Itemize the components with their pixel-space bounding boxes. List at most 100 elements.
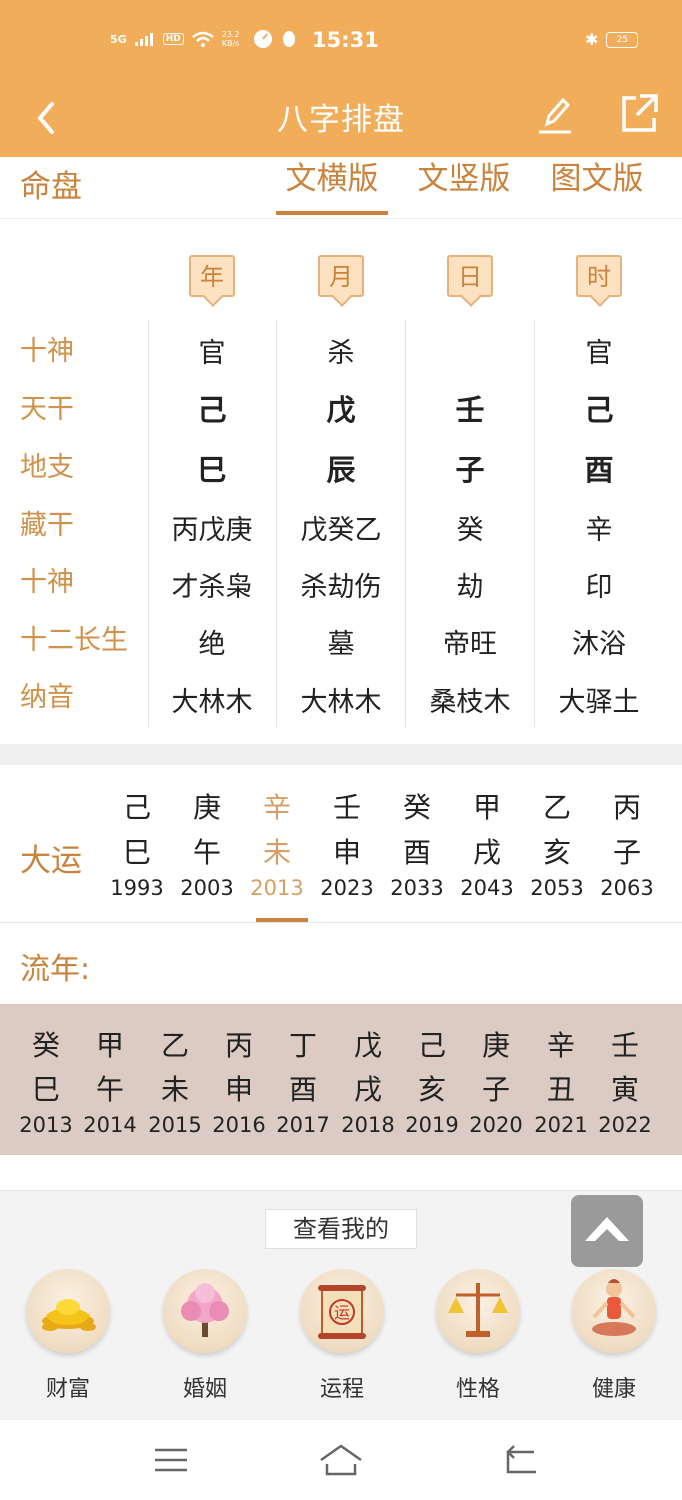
liunian-zhi: 午	[95, 1073, 124, 1106]
dayun-gan: 癸	[402, 791, 431, 824]
liunian-item[interactable]: 壬寅 2022	[593, 1024, 657, 1138]
month-changsheng: 墓	[327, 629, 355, 660]
month-dizhi: 辰	[326, 453, 356, 487]
liunian-year: 2021	[534, 1113, 588, 1137]
liunian-year: 2017	[276, 1113, 330, 1137]
dayun-year: 2043	[460, 876, 514, 900]
status-time: 15:31	[312, 28, 379, 52]
row-label-shishen-2: 十神	[20, 567, 74, 598]
hour-shishen: 官	[585, 338, 613, 369]
yoga-person-icon	[572, 1269, 656, 1353]
back-nav-icon[interactable]	[500, 1442, 540, 1478]
dayun-gan: 乙	[542, 791, 571, 824]
liunian-item[interactable]: 己亥 2019	[400, 1024, 464, 1138]
row-label-nayin: 纳音	[20, 682, 74, 713]
row-label-dizhi: 地支	[20, 452, 74, 483]
tab-vertical-text[interactable]: 文竖版	[408, 157, 520, 215]
liunian-year: 2014	[83, 1113, 137, 1137]
liunian-zhi: 申	[224, 1073, 253, 1106]
month-tiangan: 戊	[326, 393, 356, 427]
status-left-icons: 5G HD 23.2 KB/s	[110, 30, 298, 48]
month-canggan: 戊癸乙	[300, 515, 382, 546]
mingpan-label: 命盘	[20, 169, 82, 205]
month-shishen: 杀	[327, 338, 355, 369]
menu-icon[interactable]	[151, 1442, 191, 1478]
feature-personality[interactable]: 性格	[428, 1269, 528, 1403]
tab-horizontal-text[interactable]: 文横版	[276, 157, 388, 215]
chevron-up-icon	[585, 1217, 629, 1241]
dayun-section: 大运 己巳 1993 庚午 2003 辛未 2013 壬申 2023 癸酉 2033 甲戌…	[0, 765, 682, 923]
liunian-item[interactable]: 辛丑 2021	[529, 1024, 593, 1138]
liunian-gan: 壬	[610, 1029, 639, 1062]
dayun-gan: 甲	[472, 791, 501, 824]
month-shishen-2: 杀劫伤	[300, 572, 382, 603]
dayun-zhi: 子	[612, 836, 641, 869]
dayun-item-selected[interactable]: 辛未 2013	[242, 785, 312, 922]
feature-fortune[interactable]: 运 运程	[292, 1269, 392, 1403]
liunian-item[interactable]: 乙未 2015	[143, 1024, 207, 1138]
dayun-item[interactable]: 庚午 2003	[172, 785, 242, 901]
liunian-gan: 戊	[353, 1029, 382, 1062]
year-tiangan: 己	[197, 393, 227, 427]
page-title: 八字排盘	[277, 102, 405, 138]
hour-changsheng: 沐浴	[572, 629, 626, 660]
row-label-shishen: 十神	[20, 336, 74, 367]
liunian-item[interactable]: 庚子 2020	[464, 1024, 528, 1138]
liunian-year: 2016	[212, 1113, 266, 1137]
dayun-year: 2023	[320, 876, 374, 900]
dayun-item[interactable]: 乙亥 2053	[522, 785, 592, 901]
year-pillar-header: 年	[189, 255, 235, 297]
status-right-icons: ✱ 25	[585, 30, 639, 49]
feature-wealth[interactable]: 财富	[18, 1269, 118, 1403]
four-pillars-chart: 年 月 日 时 十神 天干 地支 藏干 十神 十二长生 纳音 官 己 巳 丙戊庚…	[0, 219, 682, 744]
day-changsheng: 帝旺	[443, 629, 497, 660]
liunian-zhi: 戌	[353, 1073, 382, 1106]
edit-pencil-icon[interactable]	[535, 90, 575, 136]
dayun-item[interactable]: 丙子 2063	[592, 785, 662, 901]
dayun-item[interactable]: 壬申 2023	[312, 785, 382, 901]
blossom-tree-icon	[163, 1269, 247, 1353]
home-icon[interactable]	[317, 1442, 365, 1478]
balance-scale-icon	[436, 1269, 520, 1353]
year-changsheng: 绝	[198, 629, 226, 660]
dayun-zhi: 亥	[542, 836, 571, 869]
feature-label: 健康	[591, 1377, 636, 1402]
dayun-item[interactable]: 甲戌 2043	[452, 785, 522, 901]
feature-label: 运程	[319, 1377, 364, 1402]
dayun-zhi: 申	[332, 836, 361, 869]
liunian-year: 2020	[469, 1113, 523, 1137]
feature-label: 性格	[455, 1377, 500, 1402]
day-shishen-2: 劫	[456, 572, 484, 603]
dayun-zhi: 戌	[472, 836, 501, 869]
feature-marriage[interactable]: 婚姻	[155, 1269, 255, 1403]
tab-graphic-text[interactable]: 图文版	[541, 157, 653, 215]
wifi-icon	[191, 31, 214, 47]
liunian-item[interactable]: 甲午 2014	[78, 1024, 142, 1138]
dayun-year: 2003	[180, 876, 234, 900]
status-bar: 5G HD 23.2 KB/s 15:31 ✱ 25	[0, 0, 682, 80]
liunian-item[interactable]: 癸巳 2013	[14, 1024, 78, 1138]
liunian-item[interactable]: 丁酉 2017	[271, 1024, 335, 1138]
day-dizhi: 子	[455, 453, 485, 487]
dayun-item[interactable]: 己巳 1993	[102, 785, 172, 901]
year-canggan: 丙戊庚	[171, 515, 253, 546]
gold-ingot-icon	[26, 1269, 110, 1353]
liunian-item[interactable]: 戊戌 2018	[336, 1024, 400, 1138]
dayun-year: 1993	[110, 876, 164, 900]
feature-health[interactable]: 健康	[564, 1269, 664, 1403]
network-indicator: 5G	[110, 32, 127, 46]
month-pillar-header: 月	[318, 255, 364, 297]
feature-label: 财富	[45, 1377, 90, 1402]
share-external-icon[interactable]	[618, 90, 660, 136]
dayun-item[interactable]: 癸酉 2033	[382, 785, 452, 901]
signal-icon	[134, 33, 153, 46]
liunian-zhi: 寅	[610, 1073, 639, 1106]
liunian-zhi: 酉	[288, 1073, 317, 1106]
liunian-strip: 癸巳 2013 甲午 2014 乙未 2015 丙申 2016 丁酉 2017 戊戌 201…	[0, 1004, 682, 1155]
hour-dizhi: 酉	[584, 453, 614, 487]
dayun-year: 2013	[250, 876, 304, 900]
liunian-item[interactable]: 丙申 2016	[207, 1024, 271, 1138]
liunian-gan: 甲	[95, 1029, 124, 1062]
liunian-year: 2022	[598, 1113, 652, 1137]
scroll-to-top-button[interactable]	[571, 1195, 643, 1267]
